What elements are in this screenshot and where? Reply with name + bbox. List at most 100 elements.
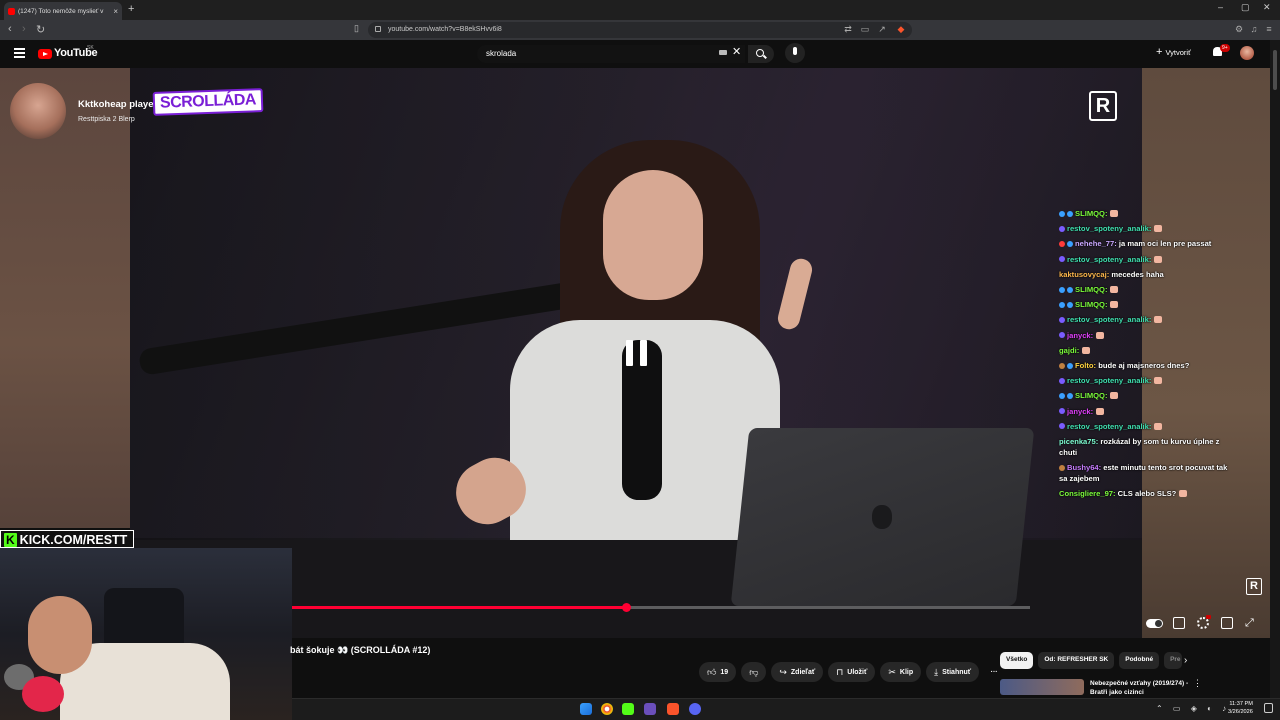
kick-app-icon[interactable] — [622, 703, 634, 715]
mascot-sticker-icon — [0, 660, 66, 720]
chat-emote-icon — [1154, 422, 1163, 430]
chat-username[interactable]: SLIMQQ: — [1075, 285, 1107, 294]
chat-username[interactable]: Folto: — [1075, 361, 1096, 370]
chat-username[interactable]: nehehe_77: — [1075, 239, 1117, 248]
chat-username[interactable]: janyck: — [1067, 407, 1093, 416]
windows-start-icon[interactable] — [580, 703, 592, 715]
chat-username[interactable]: Consigliere_97: — [1059, 489, 1116, 498]
chat-message: restov_spoteny_analik: — [1059, 221, 1234, 236]
chat-emote-icon — [1154, 377, 1163, 385]
close-tab-icon[interactable]: × — [113, 7, 118, 16]
keyboard-icon[interactable] — [719, 50, 727, 55]
chip-related[interactable]: Podobné — [1119, 652, 1160, 669]
chip-from-channel[interactable]: Od: REFRESHER SK — [1038, 652, 1115, 669]
thumbs-down-icon: 👎︎ — [749, 666, 759, 677]
menu-icon[interactable]: ≡ — [1264, 24, 1274, 34]
clip-label: Klip — [899, 668, 914, 676]
clip-button[interactable]: ✂ Klip — [880, 662, 922, 682]
chat-emote-icon — [1154, 225, 1163, 233]
dislike-button[interactable]: 👎︎ — [741, 662, 767, 682]
subtitles-icon[interactable] — [1173, 617, 1185, 629]
chat-username[interactable]: kaktusovycaj: — [1059, 270, 1109, 279]
youtube-logo-icon[interactable] — [38, 49, 52, 59]
download-icon: ⤓ — [934, 666, 939, 677]
chat-username[interactable]: SLIMQQ: — [1075, 209, 1107, 218]
chat-username[interactable]: gajdi: — [1059, 346, 1079, 355]
address-bar[interactable]: youtube.com/watch?v=B8ekSHvv6i8 — [368, 22, 912, 38]
share-button[interactable]: ↪ Zdieľať — [771, 662, 824, 682]
like-count: 19 — [720, 668, 729, 676]
minimize-icon[interactable]: – — [1218, 2, 1223, 12]
chat-username[interactable]: restov_spoteny_analik: — [1067, 224, 1151, 233]
page-scrollbar[interactable] — [1270, 40, 1280, 700]
site-info-icon[interactable] — [375, 26, 381, 32]
chat-text: ja mam oci len pre passat — [1116, 239, 1212, 249]
chat-text: CLS alebo SLS? — [1115, 489, 1177, 499]
chat-username[interactable]: restov_spoteny_analik: — [1067, 255, 1151, 264]
chrome-icon[interactable] — [601, 703, 613, 715]
chat-badge-icon — [1059, 464, 1065, 471]
clear-search-icon[interactable]: ✕ — [732, 45, 741, 58]
chat-message: picenka75: rozkázal by som tu kurvu úpln… — [1059, 434, 1234, 460]
streaming-app-icon[interactable] — [644, 703, 656, 715]
kick-channel-badge: K KICK.COM/RESTT — [0, 530, 135, 548]
branding-watermark[interactable]: R — [1246, 578, 1262, 595]
reload-icon[interactable]: ↻ — [36, 23, 45, 36]
discord-icon[interactable] — [689, 703, 701, 715]
recommended-video-title[interactable]: Nebezpečné vzťahy (2019/274) - Bratři ja… — [1090, 679, 1190, 697]
browser-tab[interactable]: (1247) Toto nemôže myslieť v × — [4, 2, 122, 20]
account-avatar[interactable] — [1240, 46, 1254, 60]
bookmark-icon[interactable]: ▯ — [354, 23, 359, 34]
fullscreen-icon[interactable]: ⤢ — [1245, 617, 1254, 630]
chat-username[interactable]: picenka75: — [1059, 437, 1098, 446]
tab-title: (1247) Toto nemôže myslieť v — [18, 7, 104, 15]
scrubber-handle[interactable] — [622, 603, 632, 612]
media-icon[interactable]: ♫ — [1249, 24, 1259, 34]
save-button[interactable]: ⊓ Uložiť — [828, 662, 876, 682]
notification-center-icon[interactable] — [1264, 703, 1273, 713]
chat-username[interactable]: SLIMQQ: — [1075, 391, 1107, 400]
chat-username[interactable]: Bushy64: — [1067, 463, 1101, 472]
search-input[interactable]: skrolada — [477, 45, 745, 63]
brave-browser-icon[interactable] — [667, 703, 679, 715]
extensions-icon[interactable]: ⚙ — [1234, 24, 1244, 34]
brave-shield-icon[interactable]: ◆ — [896, 24, 906, 34]
new-tab-button[interactable]: + — [128, 3, 134, 15]
taskbar-clock[interactable]: 11:37 PM 3/26/2026 — [1228, 700, 1253, 716]
chat-badge-icon — [1059, 256, 1065, 263]
autoplay-toggle[interactable] — [1146, 619, 1163, 628]
cast-icon[interactable]: ▭ — [860, 24, 870, 34]
download-button[interactable]: ⤓ Stiahnuť — [926, 662, 980, 682]
chat-badge-icon — [1059, 316, 1065, 323]
browser-tabbar: (1247) Toto nemôže myslieť v × + – ▢ ✕ — [0, 0, 1280, 20]
recommended-video-thumbnail[interactable] — [1000, 679, 1084, 695]
maximize-icon[interactable]: ▢ — [1241, 2, 1250, 13]
chip-all[interactable]: Všetko — [1000, 652, 1034, 669]
translate-icon[interactable]: ⇄ — [843, 24, 853, 34]
forward-icon[interactable]: › — [22, 23, 26, 35]
chat-username[interactable]: janyck: — [1067, 331, 1093, 340]
progress-bar[interactable] — [292, 603, 1030, 612]
close-window-icon[interactable]: ✕ — [1263, 2, 1271, 13]
chat-username[interactable]: restov_spoteny_analik: — [1067, 422, 1151, 431]
channel-watermark[interactable]: R — [1089, 91, 1117, 121]
system-tray-icons[interactable]: ⌃ ▭ ◈ ◐ ♪ — [1156, 704, 1230, 713]
miniplayer-icon[interactable] — [1221, 617, 1233, 629]
chevron-right-icon[interactable]: › — [1184, 655, 1187, 666]
plus-icon: + — [1156, 46, 1163, 58]
chat-username[interactable]: SLIMQQ: — [1075, 300, 1107, 309]
chat-badge-icon — [1067, 210, 1073, 217]
create-button[interactable]: + Vytvoriť — [1156, 46, 1191, 58]
search-button[interactable] — [748, 45, 774, 63]
chat-username[interactable]: restov_spoteny_analik: — [1067, 315, 1151, 324]
like-button[interactable]: 👍︎ 19 — [699, 662, 737, 682]
back-icon[interactable]: ‹ — [8, 23, 12, 35]
chip-for-you[interactable]: Pre — [1164, 652, 1183, 669]
recommended-video-menu-icon[interactable]: ⋮ — [1193, 678, 1202, 689]
voice-search-button[interactable] — [785, 43, 805, 63]
pause-icon[interactable] — [626, 340, 648, 366]
share-page-icon[interactable]: ↗ — [877, 24, 887, 34]
chat-username[interactable]: restov_spoteny_analik: — [1067, 376, 1151, 385]
guide-menu-icon[interactable] — [14, 48, 25, 58]
apple-logo-icon — [872, 505, 892, 529]
